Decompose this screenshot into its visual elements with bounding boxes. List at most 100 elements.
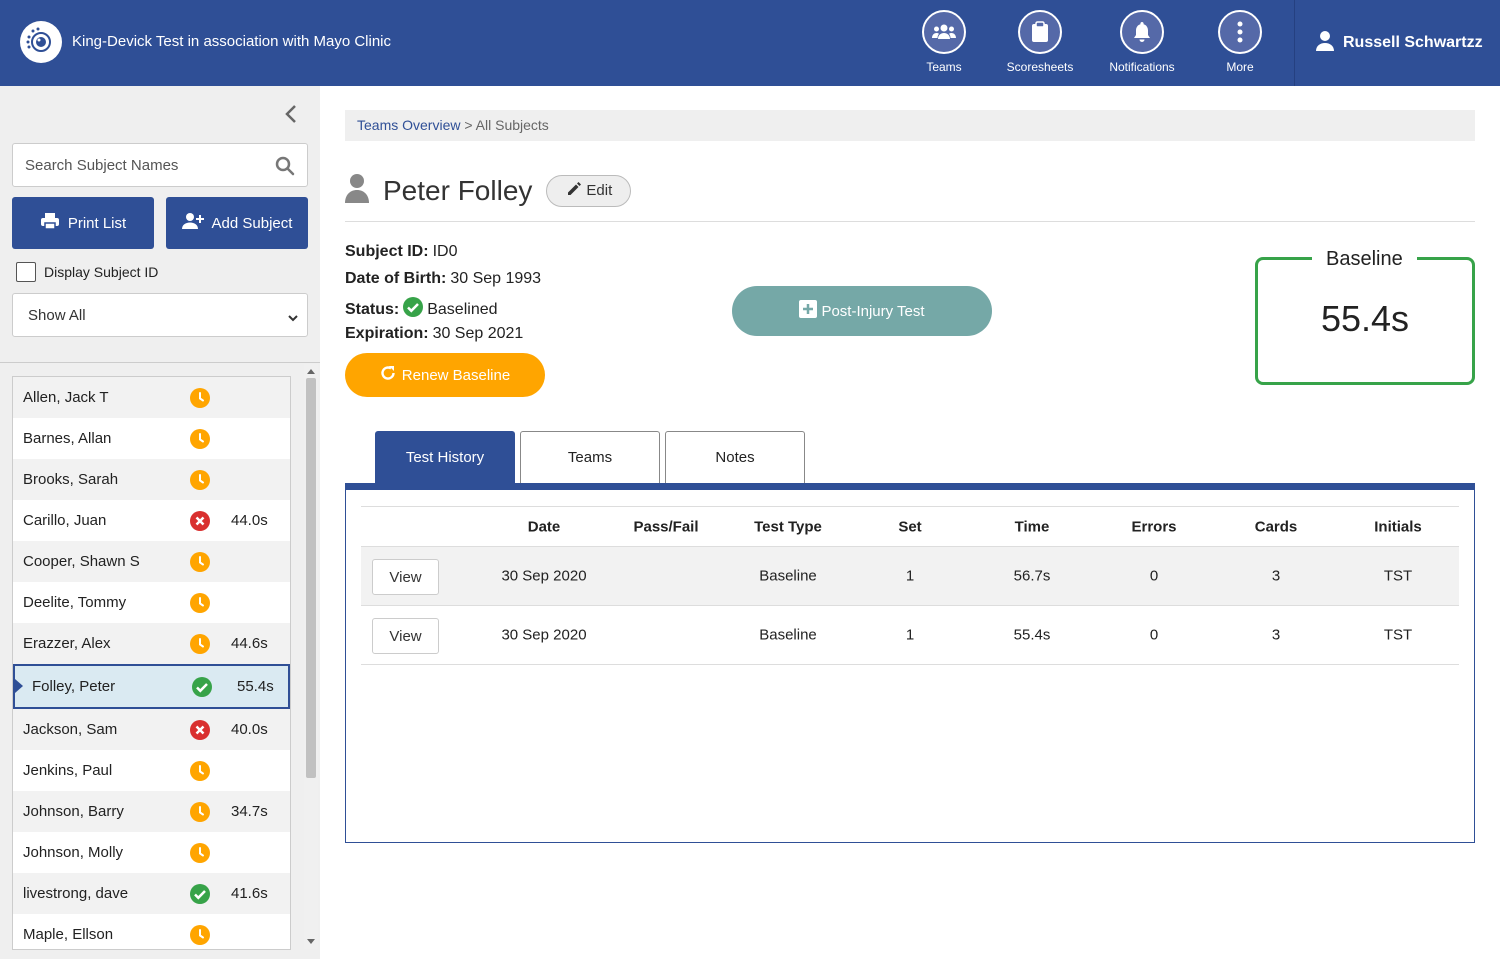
breadcrumb-current: All Subjects <box>475 117 549 133</box>
cell-initials: TST <box>1383 626 1413 644</box>
nav-notifications-label: Notifications <box>1109 60 1175 74</box>
nav-more[interactable]: More <box>1185 10 1295 74</box>
subject-row[interactable]: Maple, Ellson <box>13 914 290 949</box>
add-subject-button[interactable]: Add Subject <box>166 197 308 249</box>
subject-row[interactable]: Brooks, Sarah <box>13 459 290 500</box>
subject-row[interactable]: Carillo, Juan 44.0s <box>13 500 290 541</box>
status-value: Baselined <box>427 300 498 318</box>
search-input[interactable] <box>13 144 253 186</box>
subject-time: 44.0s <box>231 512 268 529</box>
nav-teams[interactable]: Teams <box>889 10 999 74</box>
add-user-icon <box>181 212 204 234</box>
sidebar: Print List Add Subject Display Subject I… <box>0 86 320 959</box>
subject-row[interactable]: Allen, Jack T <box>13 377 290 418</box>
cell-type: Baseline <box>759 626 817 644</box>
column-header: Date <box>527 518 561 535</box>
subject-row[interactable]: Jackson, Sam 40.0s <box>13 709 290 750</box>
breadcrumb-teams-overview[interactable]: Teams Overview <box>357 117 460 133</box>
subject-row[interactable]: Johnson, Molly <box>13 832 290 873</box>
column-header: Pass/Fail <box>633 518 699 535</box>
nav-more-label: More <box>1226 60 1254 74</box>
renew-baseline-label: Renew Baseline <box>401 366 511 384</box>
collapse-sidebar-icon[interactable] <box>284 104 304 128</box>
clock-icon <box>190 470 210 490</box>
kd-logo-icon[interactable] <box>20 21 62 63</box>
display-subject-id-label: Display Subject ID <box>44 264 159 280</box>
search-icon[interactable] <box>275 156 295 181</box>
tab-bar <box>345 483 1475 490</box>
print-list-button[interactable]: Print List <box>12 197 154 249</box>
subject-name: Brooks, Sarah <box>23 471 119 488</box>
subject-name: Erazzer, Alex <box>23 635 111 652</box>
cell-date: 30 Sep 2020 <box>501 626 587 644</box>
tab-teams[interactable]: Teams <box>520 431 660 483</box>
filter-select[interactable]: Show All <box>12 293 308 337</box>
view-button[interactable]: View <box>372 618 439 654</box>
nav-scoresheets-label: Scoresheets <box>1006 60 1074 74</box>
post-injury-test-label: Post-Injury Test <box>821 302 925 320</box>
cell-initials: TST <box>1383 567 1413 585</box>
subject-row[interactable]: Deelite, Tommy <box>13 582 290 623</box>
scroll-down-icon[interactable] <box>307 939 315 944</box>
display-subject-id-checkbox[interactable] <box>16 262 36 282</box>
cell-cards: 3 <box>1271 567 1281 585</box>
subject-name: Deelite, Tommy <box>23 594 127 611</box>
filter-select-value: Show All <box>28 306 86 324</box>
tab-test-history[interactable]: Test History <box>375 431 515 483</box>
subject-name: livestrong, dave <box>23 885 129 902</box>
teams-icon <box>922 10 966 54</box>
print-list-label: Print List <box>67 214 127 232</box>
person-icon <box>345 173 369 208</box>
breadcrumb-separator: > <box>460 117 476 133</box>
subject-row[interactable]: Johnson, Barry 34.7s <box>13 791 290 832</box>
post-injury-test-button[interactable]: Post-Injury Test <box>732 286 992 336</box>
subject-row[interactable]: Cooper, Shawn S <box>13 541 290 582</box>
clock-icon <box>190 925 210 945</box>
test-history-panel: Date Pass/Fail Test Type Set Time Errors Cards… <box>345 490 1475 843</box>
subject-name: Allen, Jack T <box>23 389 109 406</box>
nav-scoresheets[interactable]: Scoresheets <box>985 10 1095 74</box>
renew-baseline-button[interactable]: Renew Baseline <box>345 353 545 397</box>
cell-set: 1 <box>905 567 915 585</box>
subject-row[interactable]: Folley, Peter 55.4s <box>13 664 290 709</box>
scroll-thumb[interactable] <box>306 378 316 778</box>
nav-notifications[interactable]: Notifications <box>1087 10 1197 74</box>
subject-name: Maple, Ellson <box>23 926 114 943</box>
subject-row[interactable]: Barnes, Allan <box>13 418 290 459</box>
scroll-up-icon[interactable] <box>307 369 315 374</box>
clock-icon <box>190 761 210 781</box>
dob-value: 30 Sep 1993 <box>450 270 542 287</box>
x-circle-icon <box>190 720 210 740</box>
subject-time: 34.7s <box>231 803 268 820</box>
user-menu[interactable]: Russell Schwartzz <box>1294 0 1500 86</box>
subject-time: 40.0s <box>231 721 268 738</box>
user-icon <box>1315 30 1335 57</box>
cell-set: 1 <box>905 626 915 644</box>
edit-subject-button[interactable]: Edit <box>546 174 632 207</box>
cell-time: 55.4s <box>1013 626 1051 644</box>
subject-name: Folley, Peter <box>32 678 116 695</box>
printer-icon <box>40 212 60 234</box>
cell-time: 56.7s <box>1013 567 1051 585</box>
subject-name: Johnson, Molly <box>23 844 124 861</box>
subject-row[interactable]: Jenkins, Paul <box>13 750 290 791</box>
subject-row[interactable]: livestrong, dave 41.6s <box>13 873 290 914</box>
status-label: Status: <box>345 300 400 318</box>
check-circle-icon <box>403 297 424 322</box>
tab-notes[interactable]: Notes <box>665 431 805 483</box>
status-line: Status: Baselined <box>345 297 498 322</box>
subject-name: Carillo, Juan <box>23 512 107 529</box>
baseline-card: Baseline 55.4s <box>1255 248 1475 385</box>
cell-errors: 0 <box>1149 626 1159 644</box>
subject-list: Allen, Jack T Barnes, Allan Brooks, Sarah C… <box>12 376 291 950</box>
cell-date: 30 Sep 2020 <box>501 567 587 585</box>
subject-row[interactable]: Erazzer, Alex 44.6s <box>13 623 290 664</box>
clock-icon <box>190 388 210 408</box>
subject-name: Cooper, Shawn S <box>23 553 140 570</box>
subject-time: 41.6s <box>231 885 268 902</box>
clock-icon <box>190 429 210 449</box>
view-button[interactable]: View <box>372 559 439 595</box>
check-circle-icon <box>190 884 210 904</box>
subject-list-scrollbar[interactable] <box>304 364 318 949</box>
display-subject-id-row: Display Subject ID <box>16 262 158 282</box>
